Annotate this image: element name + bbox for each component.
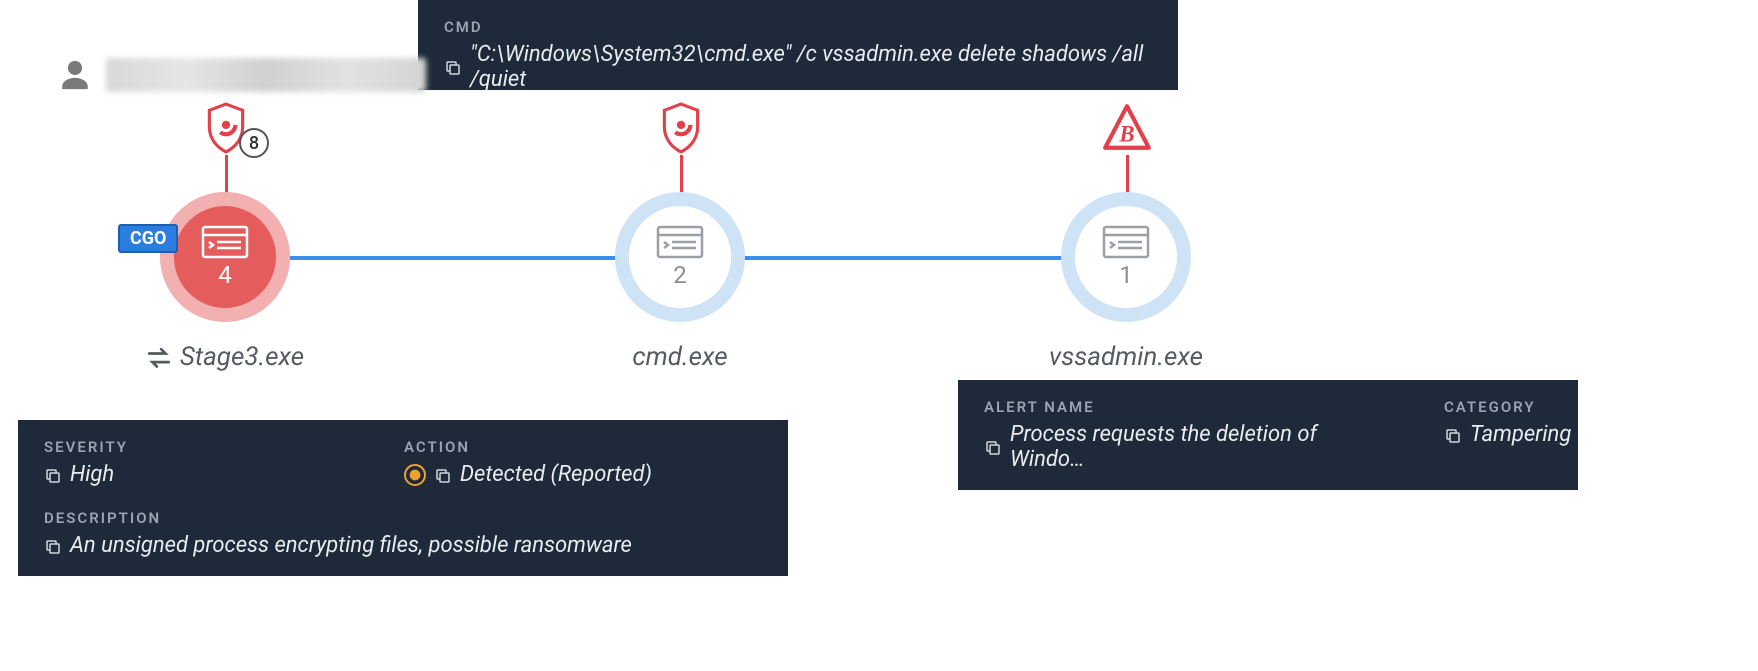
- process-label: vssadmin.exe: [996, 342, 1256, 372]
- process-node-vssadmin[interactable]: 1 vssadmin.exe: [1061, 192, 1191, 322]
- shield-count: 8: [239, 128, 269, 158]
- severity-detail-panel: SEVERITY High ACTION Detected (Reported): [18, 420, 788, 576]
- copy-icon[interactable]: [44, 537, 62, 555]
- badge-spike: [680, 155, 683, 195]
- process-count: 1: [1119, 261, 1133, 289]
- copy-icon[interactable]: [984, 438, 1002, 456]
- edge-stage3-cmd: [290, 256, 630, 260]
- copy-icon[interactable]: [444, 58, 462, 76]
- alert-name-value: Process requests the deletion of Windo…: [1010, 422, 1384, 472]
- copy-icon[interactable]: [434, 466, 452, 484]
- action-value-row: Detected (Reported): [404, 462, 652, 487]
- svg-text:B: B: [1118, 122, 1134, 147]
- cmd-value-row: "C:\Windows\System32\cmd.exe" /c vssadmi…: [444, 42, 1152, 92]
- copy-icon[interactable]: [1444, 426, 1462, 444]
- description-value: An unsigned process encrypting files, po…: [70, 533, 632, 558]
- user-name-redacted: [106, 58, 426, 92]
- user-icon: [58, 58, 92, 92]
- process-count: 2: [673, 261, 687, 289]
- terminal-icon: [1102, 225, 1150, 259]
- badge-spike: [1126, 155, 1129, 195]
- process-tree-canvas[interactable]: CMD "C:\Windows\System32\cmd.exe" /c vss…: [0, 0, 1758, 671]
- alert-panel: ALERT NAME Process requests the deletion…: [958, 380, 1578, 490]
- action-value: Detected (Reported): [460, 462, 652, 487]
- process-ring: 4 CGO: [160, 192, 290, 322]
- process-label: cmd.exe: [550, 342, 810, 372]
- category-value: Tampering: [1470, 422, 1571, 447]
- process-ring: 2: [615, 192, 745, 322]
- status-dot-icon: [404, 464, 426, 486]
- process-node-stage3[interactable]: 4 CGO Stage3.exe: [160, 192, 290, 322]
- shield-icon[interactable]: 8: [205, 102, 247, 154]
- process-node-cmd[interactable]: 2 cmd.exe: [615, 192, 745, 322]
- terminal-icon: [656, 225, 704, 259]
- copy-icon[interactable]: [44, 466, 62, 484]
- severity-label: SEVERITY: [44, 438, 344, 456]
- shield-icon[interactable]: [660, 102, 702, 154]
- process-label-row: Stage3.exe: [95, 342, 355, 372]
- triangle-warning-icon[interactable]: B: [1101, 102, 1153, 154]
- cmd-value: "C:\Windows\System32\cmd.exe" /c vssadmi…: [470, 42, 1152, 92]
- process-label: Stage3.exe: [180, 342, 304, 372]
- cmd-label: CMD: [444, 18, 1152, 36]
- category-label: CATEGORY: [1444, 398, 1571, 416]
- description-value-row: An unsigned process encrypting files, po…: [44, 533, 762, 558]
- alert-name-label: ALERT NAME: [984, 398, 1384, 416]
- process-count: 4: [218, 261, 232, 289]
- cgo-tag: CGO: [118, 224, 178, 253]
- severity-value: High: [70, 462, 114, 487]
- severity-value-row: High: [44, 462, 344, 487]
- category-row: Tampering: [1444, 422, 1571, 447]
- edge-cmd-vssadmin: [740, 256, 1068, 260]
- cmd-panel: CMD "C:\Windows\System32\cmd.exe" /c vss…: [418, 0, 1178, 90]
- badge-spike: [225, 155, 228, 195]
- user-row: [58, 58, 426, 92]
- swap-icon: [146, 346, 172, 368]
- process-ring: 1: [1061, 192, 1191, 322]
- terminal-icon: [201, 225, 249, 259]
- description-label: DESCRIPTION: [44, 509, 762, 527]
- alert-name-row: Process requests the deletion of Windo…: [984, 422, 1384, 472]
- action-label: ACTION: [404, 438, 652, 456]
